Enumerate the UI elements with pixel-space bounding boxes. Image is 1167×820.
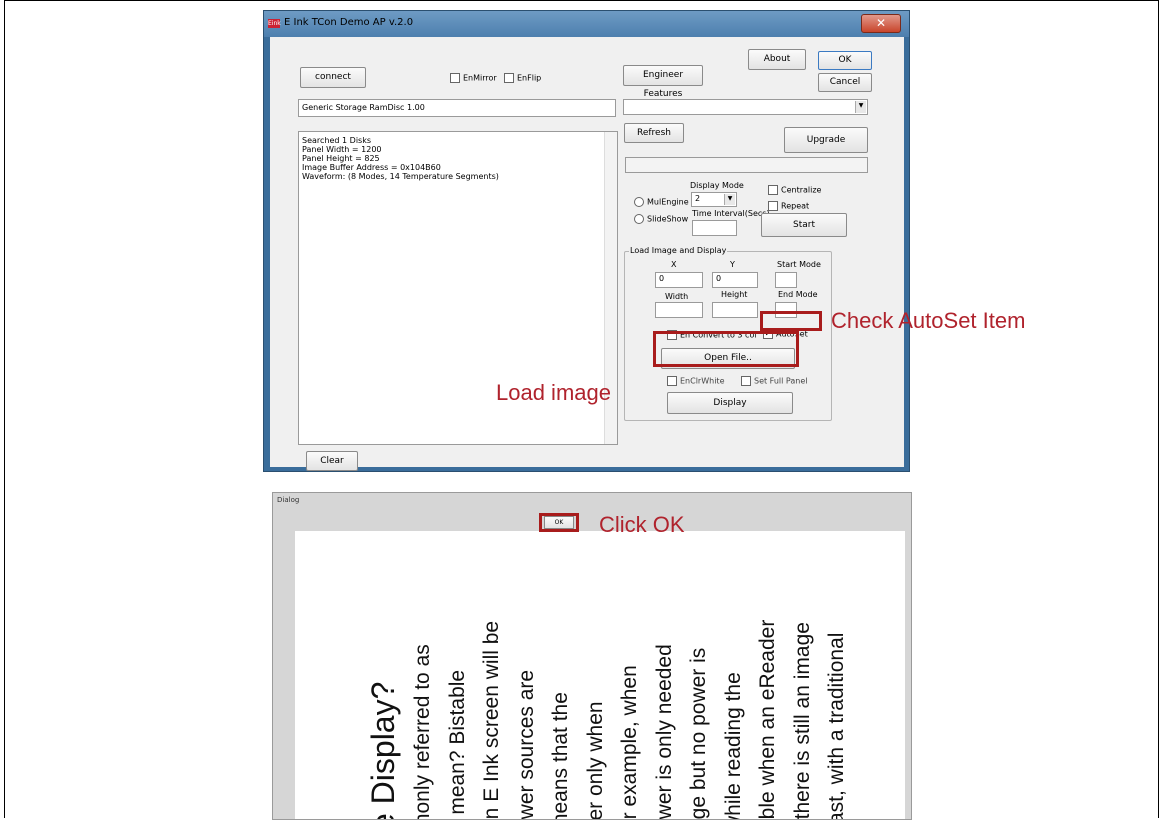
repeat-label: Repeat [781, 201, 810, 211]
time-interval-label: Time Interval(Secs) [692, 209, 770, 218]
check-autoset-annotation: Check AutoSet Item [831, 308, 1026, 333]
about-button[interactable]: About [748, 49, 806, 70]
display-button[interactable]: Display [667, 392, 793, 414]
enclrwhite-checkbox[interactable]: EnClrWhite [667, 376, 724, 386]
click-ok-annotation: Click OK [599, 512, 685, 537]
radio-icon [634, 197, 644, 207]
display-mode-combo[interactable]: 2 ▼ [691, 192, 737, 207]
repeat-checkbox[interactable]: Repeat [768, 201, 809, 211]
centralize-check-icon [768, 185, 778, 195]
dialog-text-line: an E Ink screen will be [480, 620, 503, 820]
y-field[interactable]: 0 [712, 272, 758, 288]
storage-field[interactable]: Generic Storage RamDisc 1.00 [298, 99, 616, 117]
enflip-label: EnFlip [517, 73, 542, 83]
dialog-text-line: ower sources are [514, 669, 538, 820]
dialog-text-line: or example, when [618, 665, 641, 820]
width-label: Width [665, 292, 689, 301]
enmirror-check-icon [450, 73, 460, 83]
centralize-label: Centralize [781, 185, 822, 195]
load-image-annotation: Load image [496, 380, 611, 405]
log-line: Panel Width = 1200 [302, 145, 382, 154]
dialog-text-line: age but no power is [687, 647, 710, 820]
mulengine-radio[interactable]: MulEngine [634, 197, 689, 207]
dialog-window: Dialog e Display? monly referred to as s … [272, 492, 912, 820]
start-button[interactable]: Start [761, 213, 847, 237]
log-line: Searched 1 Disks [302, 136, 372, 145]
open-file-highlight [653, 331, 799, 367]
refresh-button[interactable]: Refresh [624, 123, 684, 143]
dialog-title: Dialog [277, 496, 300, 504]
chevron-down-icon[interactable]: ▼ [855, 101, 866, 113]
enclrwhite-check-icon [667, 376, 677, 386]
enflip-checkbox[interactable]: EnFlip [504, 73, 541, 83]
x-label: X [671, 260, 677, 269]
centralize-checkbox[interactable]: Centralize [768, 185, 821, 195]
upgrade-button[interactable]: Upgrade [784, 127, 868, 153]
display-mode-value: 2 [695, 194, 701, 203]
end-mode-label: End Mode [778, 290, 818, 299]
title-bar: Eink E Ink TCon Demo AP v.2.0 ✕ [264, 11, 909, 37]
width-field[interactable] [655, 302, 703, 318]
dialog-image: e Display? monly referred to as s mean? B… [295, 531, 905, 820]
dialog-text-line: s mean? Bistable [445, 669, 469, 820]
slideshow-radio[interactable]: SlideShow [634, 214, 688, 224]
setfull-label: Set Full Panel [754, 376, 808, 386]
display-mode-label: Display Mode [690, 181, 744, 190]
radio-icon [634, 214, 644, 224]
log-line: Panel Height = 825 [302, 154, 380, 163]
ok-button[interactable]: OK [818, 51, 872, 70]
setfull-check-icon [741, 376, 751, 386]
ok-highlight [539, 513, 579, 532]
dialog-text-line: ; there is still an image [790, 622, 814, 820]
start-mode-field[interactable] [775, 272, 797, 288]
setfull-checkbox[interactable]: Set Full Panel [741, 376, 807, 386]
connect-button[interactable]: connect [300, 67, 366, 88]
dialog-text-line: means that the [549, 692, 572, 820]
autoset-highlight [760, 311, 822, 331]
dialog-text-line: ver only when [583, 701, 607, 820]
repeat-check-icon [768, 201, 778, 211]
y-label: Y [730, 260, 735, 269]
mulengine-label: MulEngine [647, 197, 689, 207]
engineer-features-button[interactable]: Engineer Features [623, 65, 703, 99]
dialog-text-line: monly referred to as [411, 644, 434, 820]
close-button[interactable]: ✕ [861, 14, 901, 33]
time-interval-field[interactable] [692, 220, 737, 236]
enclrwhite-label: EnClrWhite [680, 376, 725, 386]
height-field[interactable] [712, 302, 758, 318]
dialog-text-line: while reading the [721, 672, 745, 820]
app-icon: Eink [268, 19, 281, 28]
cancel-button[interactable]: Cancel [818, 73, 872, 92]
dialog-text-line: rast, with a traditional [825, 632, 848, 820]
height-label: Height [721, 290, 748, 299]
enflip-check-icon [504, 73, 514, 83]
log-line: Waveform: (8 Modes, 14 Temperature Segme… [302, 172, 499, 181]
dialog-heading: e Display? [365, 681, 401, 820]
device-combo[interactable]: ▼ [623, 99, 868, 115]
chevron-down-icon[interactable]: ▼ [724, 194, 735, 205]
log-lines: Searched 1 Disks Panel Width = 1200 Panel … [299, 132, 617, 181]
slideshow-label: SlideShow [647, 214, 689, 224]
start-mode-label: Start Mode [777, 260, 821, 269]
log-line: Image Buffer Address = 0x104B60 [302, 163, 441, 172]
enmirror-checkbox[interactable]: EnMirror [450, 73, 497, 83]
enmirror-label: EnMirror [463, 73, 497, 83]
dialog-text-line: ower is only needed [652, 644, 676, 820]
x-field[interactable]: 0 [655, 272, 703, 288]
dialog-text-line: able when an eReader [756, 619, 779, 820]
load-image-legend: Load Image and Display [629, 246, 728, 255]
window-title: E Ink TCon Demo AP v.2.0 [284, 17, 414, 28]
progress-bar [625, 157, 868, 173]
clear-button[interactable]: Clear [306, 451, 358, 471]
